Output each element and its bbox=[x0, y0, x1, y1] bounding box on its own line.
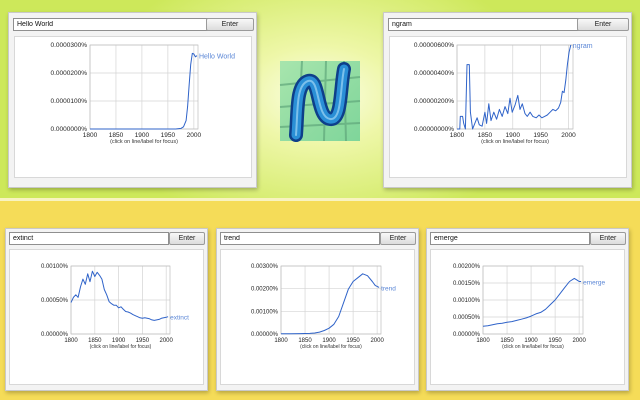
chart-area: 0.0000000% 0.0000100% 0.0000200% 0.0000300%… bbox=[14, 36, 252, 178]
series-line[interactable] bbox=[281, 273, 380, 335]
x-tick-label: 1850 bbox=[109, 132, 124, 139]
x-tick-label: 2000 bbox=[370, 338, 384, 344]
series-label[interactable]: trend bbox=[381, 285, 396, 292]
ngram-panel-hello-world: Enter 0.0000000%0.0000100%0.0000200%0.00… bbox=[8, 12, 257, 188]
query-input[interactable] bbox=[9, 232, 169, 245]
x-tick-label: 1850 bbox=[478, 132, 493, 139]
enter-button[interactable]: Enter bbox=[206, 18, 254, 31]
chart-area: 0.00000% 0.00100% 0.00200% 0.00300% 1800 1850… bbox=[220, 249, 415, 385]
y-tick-label: 0.00000600% bbox=[414, 42, 454, 49]
x-tick-label: 2000 bbox=[187, 132, 202, 139]
enter-button[interactable]: Enter bbox=[169, 232, 205, 245]
y-tick-label: 0.00000200% bbox=[414, 98, 454, 105]
y-tick-label: 0.0000100% bbox=[50, 98, 87, 105]
enter-button[interactable]: Enter bbox=[590, 232, 626, 245]
ngram-chart: 0.00000%0.00100%0.00200%0.00300%1800 1850… bbox=[251, 264, 396, 350]
series-line[interactable] bbox=[457, 44, 572, 130]
plot-border bbox=[89, 44, 199, 130]
x-tick-label: 1800 bbox=[450, 132, 465, 139]
section-divider bbox=[0, 198, 640, 201]
enter-button[interactable]: Enter bbox=[577, 18, 629, 31]
ngram-panel-extinct: Enter 0.00000%0.00050%0.00100%1800185019… bbox=[5, 228, 208, 391]
x-tick-label: 1900 bbox=[506, 132, 521, 139]
chart-area: 0.00000% 0.00050% 0.00100% 0.00150% 0.00200%… bbox=[430, 249, 625, 385]
ngram-panel-emerge: Enter 0.00000%0.00050%0.00100%0.00150%0.… bbox=[426, 228, 629, 391]
focus-hint: (click on line/label for focus) bbox=[90, 344, 152, 350]
focus-hint: (click on line/label for focus) bbox=[300, 344, 362, 350]
query-input[interactable] bbox=[430, 232, 590, 245]
series-label[interactable]: ngram bbox=[573, 43, 593, 50]
series-label[interactable]: Hello World bbox=[199, 54, 235, 61]
query-input[interactable] bbox=[13, 18, 211, 31]
x-tick-label: 1800 bbox=[476, 338, 490, 344]
y-tick-label: 0.00050% bbox=[41, 298, 69, 304]
y-tick-label: 0.00100% bbox=[251, 309, 279, 315]
y-tick-label: 0.00100% bbox=[453, 298, 481, 304]
series-label[interactable]: emerge bbox=[583, 279, 605, 286]
focus-hint: (click on line/label for focus) bbox=[502, 344, 564, 350]
plot-border bbox=[456, 44, 574, 130]
series-line[interactable] bbox=[90, 52, 198, 130]
y-tick-label: 0.00150% bbox=[453, 281, 481, 287]
ngram-panel-trend: Enter 0.00000%0.00100%0.00200%0.00300%18… bbox=[216, 228, 419, 391]
x-tick-label: 1950 bbox=[161, 132, 176, 139]
series-line[interactable] bbox=[70, 270, 169, 321]
x-tick-label: 2000 bbox=[160, 338, 174, 344]
enter-button[interactable]: Enter bbox=[380, 232, 416, 245]
ngram-chart: 0.0000000% 0.0000100% 0.0000200% 0.0000300%… bbox=[50, 42, 235, 145]
y-tick-label: 0.00000400% bbox=[414, 70, 454, 77]
ngram-panel-ngram: Enter 0.00000000%0.00000200%0.00000400%0… bbox=[383, 12, 632, 188]
y-tick-label: 0.0000200% bbox=[50, 70, 87, 77]
focus-hint: (click on line/label for focus) bbox=[481, 139, 549, 145]
x-tick-label: 1800 bbox=[274, 338, 288, 344]
x-tick-label: 2000 bbox=[561, 132, 576, 139]
ngram-viewer-logo-icon bbox=[274, 55, 366, 147]
x-tick-label: 1950 bbox=[533, 132, 548, 139]
x-tick-label: 1800 bbox=[64, 338, 78, 344]
chart-area: 0.00000% 0.00050% 0.00100% 1800 1850 1900 1950… bbox=[9, 249, 204, 385]
y-tick-label: 0.00100% bbox=[41, 264, 69, 270]
ngram-chart: 0.00000%0.00050%0.00100%1800 1850 1900 1950… bbox=[41, 264, 189, 350]
x-tick-label: 1800 bbox=[83, 132, 98, 139]
y-tick-label: 0.00200% bbox=[251, 287, 279, 293]
y-tick-label: 0.00300% bbox=[251, 264, 279, 270]
y-tick-label: 0.00000000% bbox=[414, 126, 454, 133]
query-input[interactable] bbox=[388, 18, 586, 31]
x-tick-label: 2000 bbox=[572, 338, 586, 344]
focus-hint: (click on line/label for focus) bbox=[110, 139, 178, 145]
y-tick-label: 0.0000000% bbox=[50, 126, 87, 133]
ngram-chart: 0.00000%0.00050%0.00100%0.00150%0.00200%… bbox=[453, 264, 606, 350]
x-tick-label: 1900 bbox=[135, 132, 150, 139]
plot-border bbox=[280, 265, 382, 335]
y-tick-label: 0.00050% bbox=[453, 315, 481, 321]
chart-area: 0.00000000% 0.00000200% 0.00000400% 0.00000… bbox=[389, 36, 627, 178]
query-input[interactable] bbox=[220, 232, 380, 245]
y-tick-label: 0.0000300% bbox=[50, 42, 87, 49]
series-line[interactable] bbox=[482, 277, 582, 327]
series-label[interactable]: extinct bbox=[170, 315, 189, 322]
ngram-chart: 0.00000000% 0.00000200% 0.00000400% 0.00000… bbox=[414, 42, 593, 145]
y-tick-label: 0.00200% bbox=[453, 264, 481, 270]
